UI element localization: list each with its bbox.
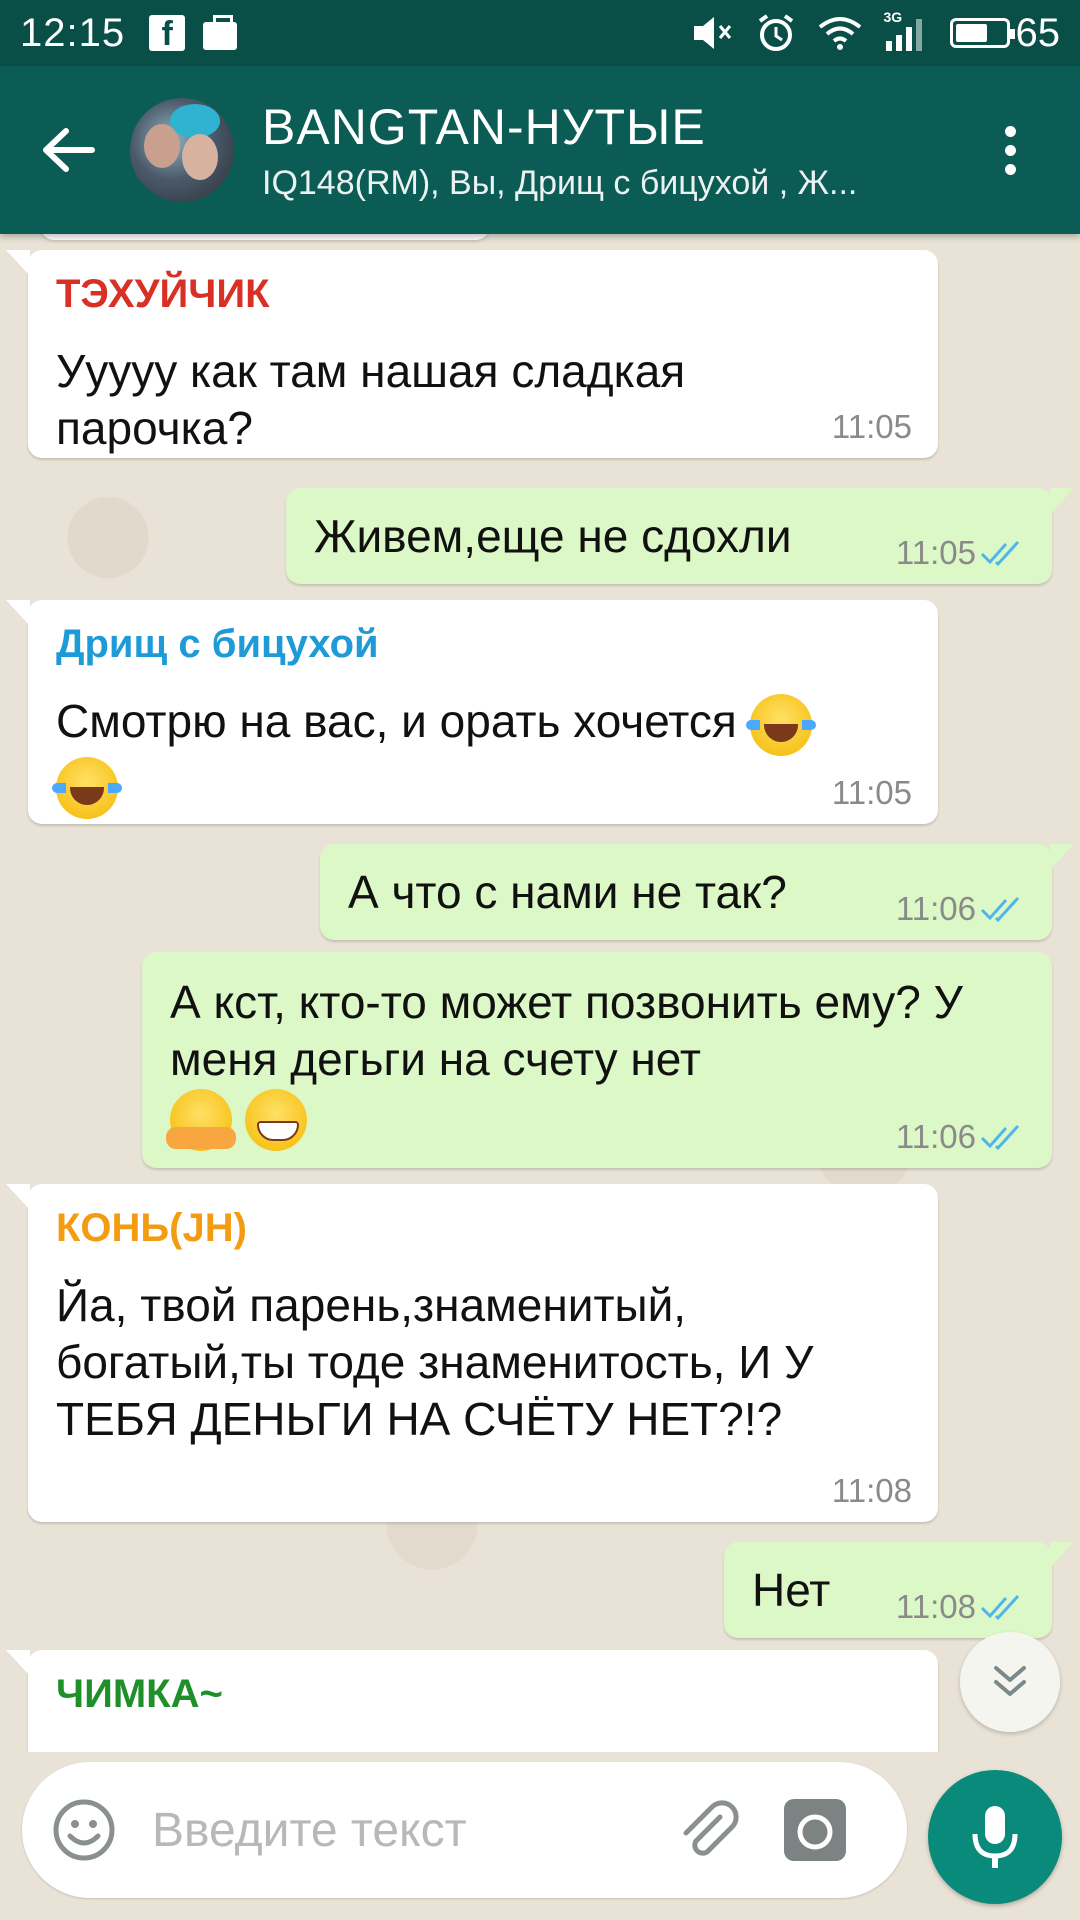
- message-sender: ТЭХУЙЧИК: [56, 272, 270, 316]
- message-time: 11:08: [831, 1472, 912, 1509]
- microphone-icon: [972, 1806, 1018, 1868]
- message-sender: ЧИМКА~: [56, 1672, 223, 1716]
- network-type-label: 3G: [883, 9, 903, 25]
- grinning-face-icon: [244, 1088, 307, 1151]
- battery-percent: 65: [1015, 10, 1061, 55]
- facebook-notification-icon: f: [149, 15, 186, 53]
- message-time: 11:05: [895, 534, 976, 571]
- double-check-icon: [980, 1594, 1020, 1621]
- face-with-tears-of-joy-icon: [52, 756, 122, 819]
- face-with-tears-of-joy-icon: [745, 693, 816, 756]
- briefcase-notification-icon: [203, 15, 238, 50]
- mute-icon: [693, 17, 731, 49]
- double-chevron-down-icon: [994, 1666, 1026, 1696]
- double-check-icon: [980, 896, 1020, 923]
- hugging-face-icon: [166, 1088, 236, 1151]
- message-time: 11:06: [895, 1118, 976, 1155]
- scroll-to-bottom-button[interactable]: [960, 1632, 1060, 1732]
- more-vert-icon: [1004, 125, 1016, 137]
- status-bar: 12:15 f 3G 65: [0, 0, 1080, 66]
- message-sender: Дрищ с бицухой: [56, 622, 379, 666]
- message-outgoing[interactable]: Нет 11:08: [724, 1542, 1074, 1638]
- message-text: Смотрю на вас, и орать хочется: [56, 695, 737, 747]
- message-sender: КОНЬ(JH): [56, 1206, 247, 1250]
- message-time: 11:06: [895, 890, 976, 927]
- message-outgoing[interactable]: Живем,еще не сдохли 11:05: [286, 488, 1074, 584]
- back-button[interactable]: [40, 100, 130, 200]
- chat-header: BANGTAN-НУТЫЕ IQ148(RM), Вы, Дрищ с бицу…: [0, 66, 1080, 234]
- composer-bar: [0, 1752, 1080, 1920]
- message-text: Йа, твой парень,знаменитый, богатый,ты т…: [56, 1279, 814, 1445]
- previous-message-edge: [40, 234, 490, 240]
- arrow-back-icon: [43, 128, 95, 172]
- mic-button[interactable]: [928, 1770, 1062, 1904]
- message-incoming[interactable]: Дрищ с бицухой Смотрю на вас, и орать хо…: [6, 600, 938, 824]
- chat-title: BANGTAN-НУТЫЕ: [262, 98, 706, 155]
- message-outgoing[interactable]: А кст, кто-то может позвонить ему? У мен…: [142, 952, 1052, 1168]
- wifi-icon: [818, 17, 861, 50]
- message-time: 11:08: [895, 1588, 976, 1625]
- message-time: 11:05: [831, 774, 912, 811]
- chat-participants: IQ148(RM), Вы, Дрищ с бицухой , Ж...: [262, 163, 858, 202]
- smiley-icon[interactable]: [52, 1798, 116, 1862]
- message-text: Ууууу как там нашая сладкая парочка?: [56, 345, 686, 454]
- message-outgoing[interactable]: А что с нами не так? 11:06: [320, 844, 1074, 940]
- message-input[interactable]: [152, 1802, 672, 1858]
- message-time: 11:05: [831, 408, 912, 445]
- battery-icon: [949, 18, 1015, 48]
- message-incoming[interactable]: КОНЬ(JH) Йа, твой парень,знаменитый, бог…: [6, 1184, 938, 1522]
- cell-signal-icon: 3G: [884, 9, 928, 51]
- status-time: 12:15: [20, 10, 126, 55]
- camera-icon[interactable]: [782, 1797, 848, 1863]
- chat-title-block[interactable]: BANGTAN-НУТЫЕ IQ148(RM), Вы, Дрищ с бицу…: [262, 98, 962, 203]
- double-check-icon: [980, 1124, 1020, 1151]
- paperclip-icon[interactable]: [672, 1795, 742, 1865]
- message-incoming[interactable]: ЧИМКА~: [6, 1650, 938, 1752]
- message-text: А кст, кто-то может позвонить ему? У мен…: [170, 976, 963, 1085]
- message-incoming[interactable]: ТЭХУЙЧИК Ууууу как там нашая сладкая пар…: [6, 250, 938, 458]
- alarm-icon: [758, 14, 793, 51]
- group-avatar[interactable]: [130, 98, 234, 202]
- composer: [22, 1762, 907, 1898]
- message-list[interactable]: ТЭХУЙЧИК Ууууу как там нашая сладкая пар…: [0, 234, 1080, 1752]
- double-check-icon: [980, 540, 1020, 567]
- more-options-button[interactable]: [1000, 125, 1020, 175]
